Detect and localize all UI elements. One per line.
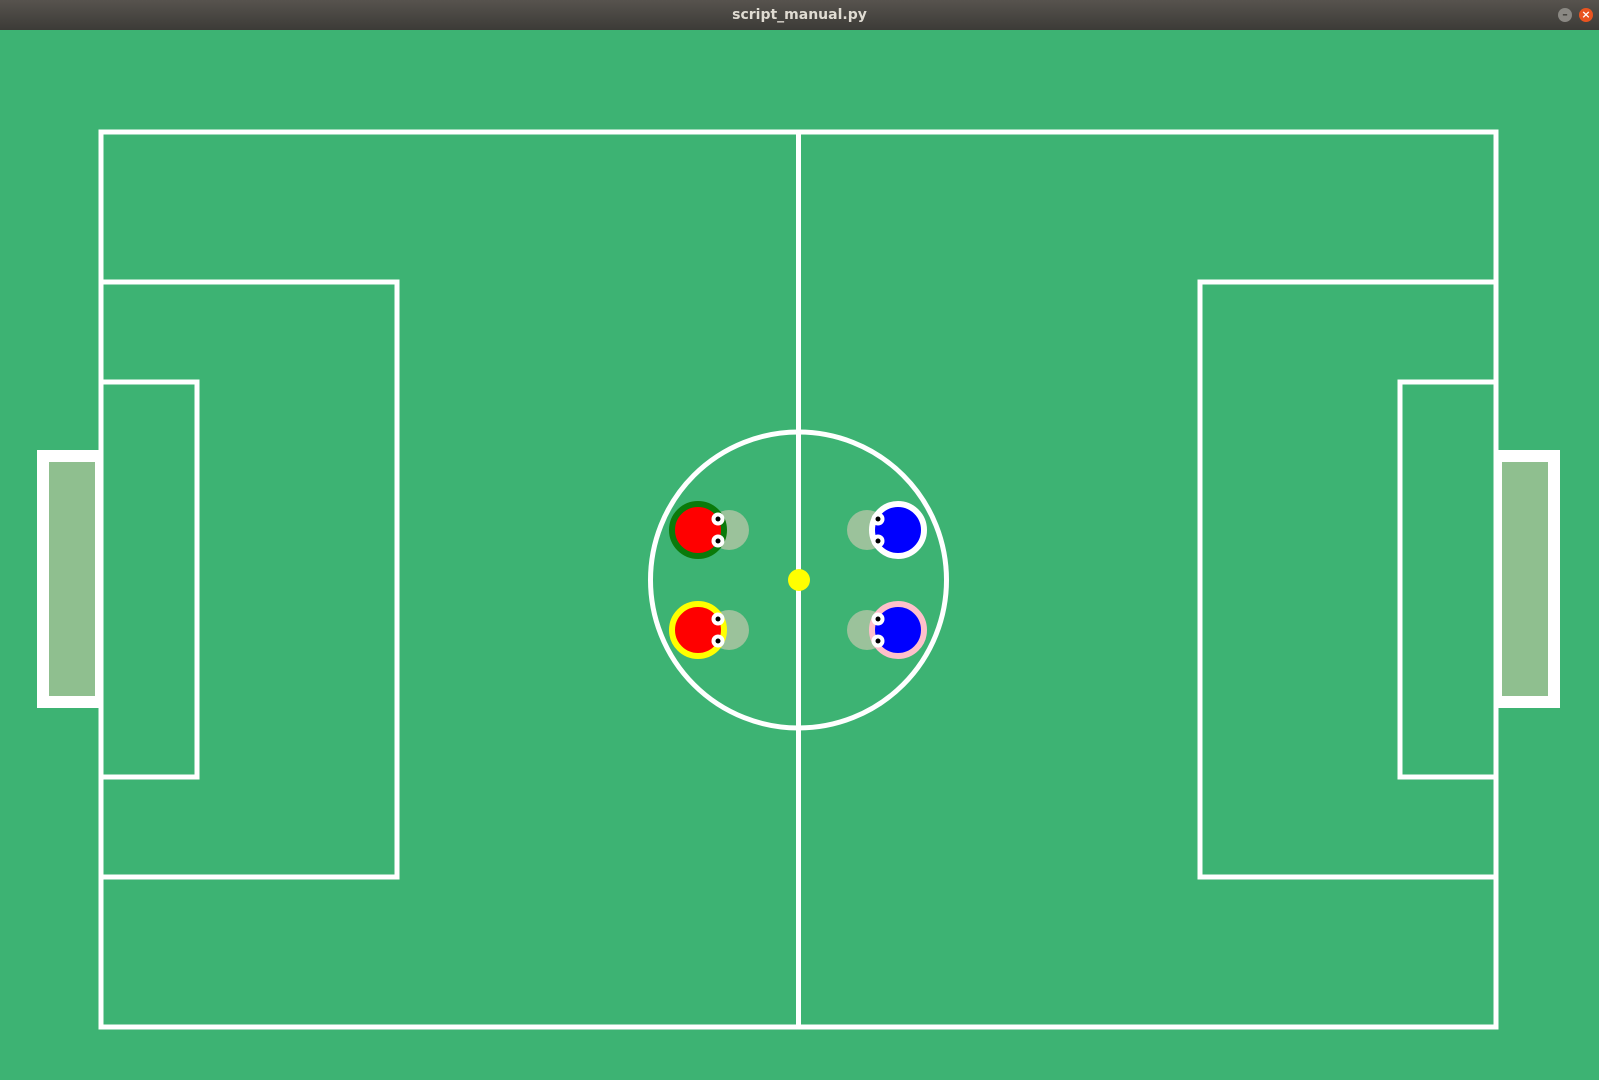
player-pupil [715, 538, 721, 544]
right-goal [1490, 450, 1560, 708]
minimize-icon: – [1562, 8, 1568, 21]
close-button[interactable]: × [1579, 8, 1593, 22]
player-body [669, 501, 727, 559]
player-pupil [715, 616, 721, 622]
player-pupil [875, 516, 881, 522]
player-pupil [875, 616, 881, 622]
left-goal [37, 450, 107, 708]
player-pupil [715, 516, 721, 522]
window-titlebar: script_manual.py – × [0, 0, 1599, 30]
player-body [869, 501, 927, 559]
player-pupil [875, 638, 881, 644]
player-body [669, 601, 727, 659]
player-body [869, 601, 927, 659]
minimize-button[interactable]: – [1558, 8, 1572, 22]
close-icon: × [1581, 8, 1591, 21]
player-pupil [875, 538, 881, 544]
player-pupil [715, 638, 721, 644]
window-title: script_manual.py [732, 7, 867, 23]
soccer-field[interactable] [0, 30, 1599, 1080]
ball[interactable] [788, 569, 810, 591]
